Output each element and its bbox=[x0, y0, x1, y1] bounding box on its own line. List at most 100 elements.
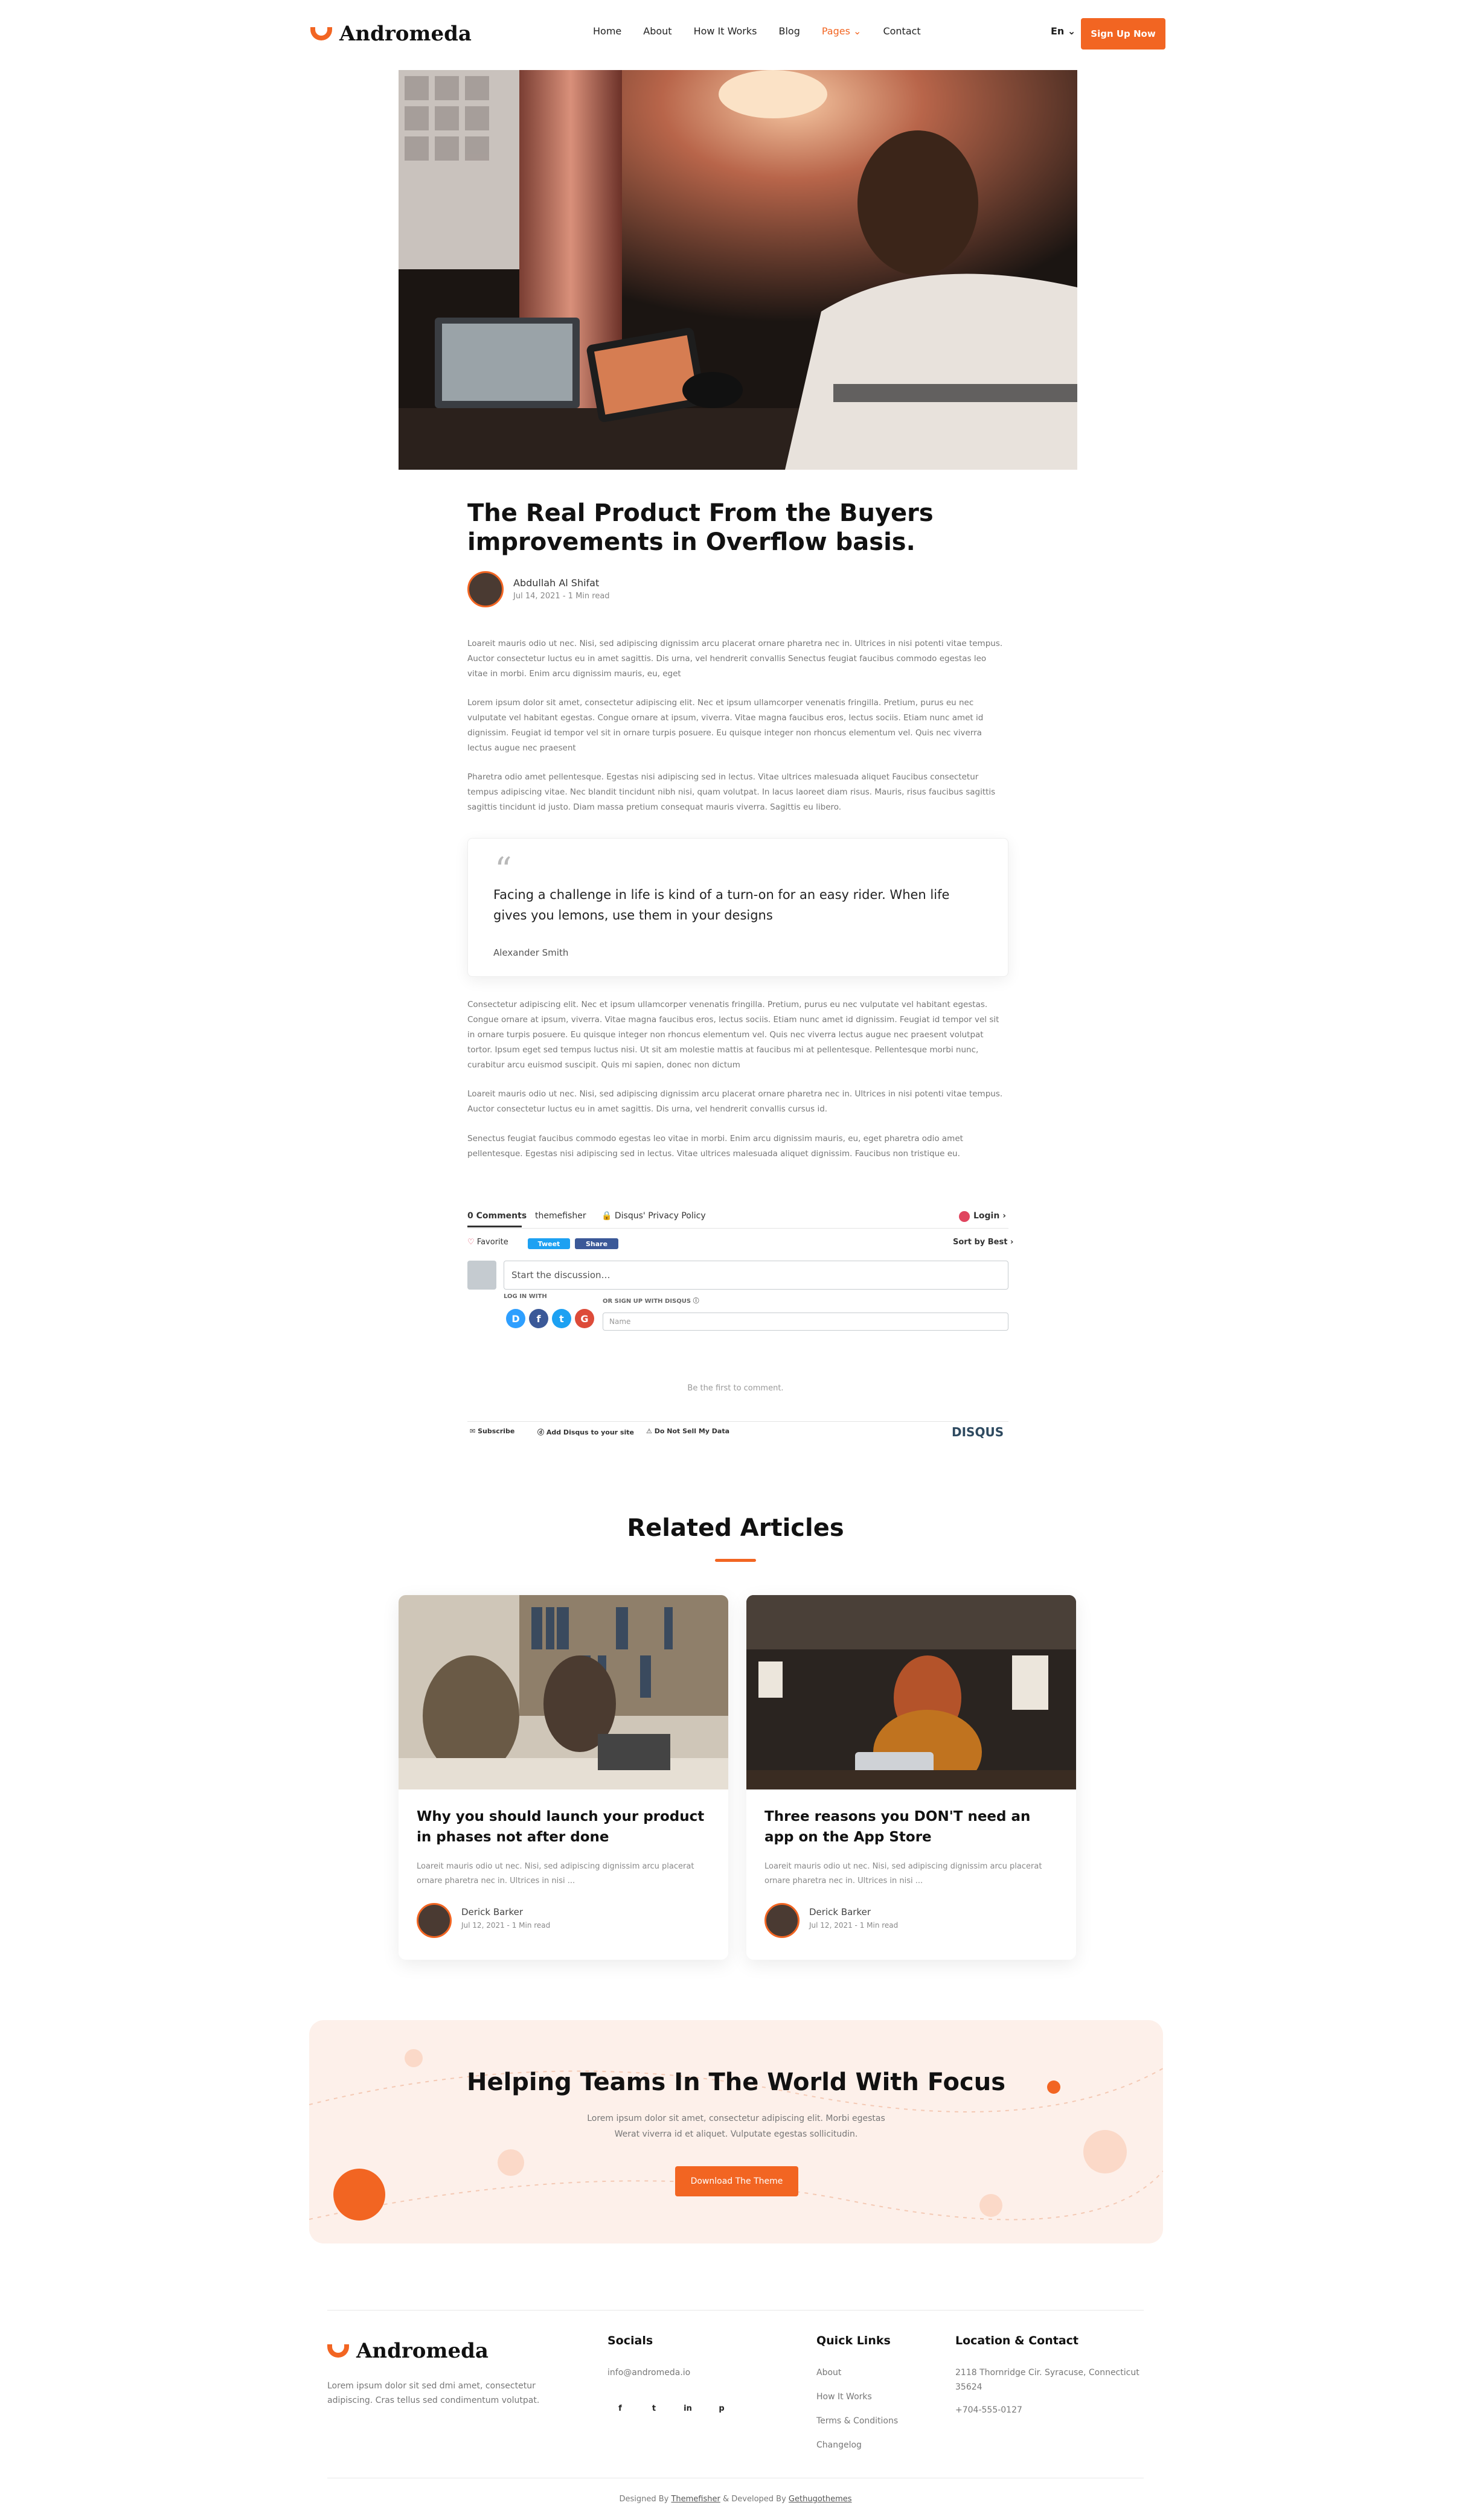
twitter-icon[interactable]: t bbox=[644, 2398, 664, 2419]
subscribe-label: Subscribe bbox=[478, 1427, 515, 1435]
decor-dot bbox=[498, 2149, 524, 2176]
logo-mark-icon bbox=[310, 27, 332, 40]
card-excerpt: Loareit mauris odio ut nec. Nisi, sed ad… bbox=[417, 1862, 694, 1885]
twitter-login-icon[interactable]: t bbox=[552, 1309, 571, 1328]
tweet-button[interactable]: Tweet bbox=[528, 1238, 570, 1249]
name-input[interactable]: Name bbox=[603, 1313, 1008, 1331]
related-articles-title: Related Articles bbox=[627, 1514, 844, 1542]
logo-text: Andromeda bbox=[339, 22, 472, 46]
card-author-name[interactable]: Derick Barker bbox=[809, 1907, 871, 1917]
card-excerpt: Loareit mauris odio ut nec. Nisi, sed ad… bbox=[764, 1862, 1042, 1885]
card-author-name[interactable]: Derick Barker bbox=[461, 1907, 523, 1917]
footer-phone[interactable]: +704-555-0127 bbox=[955, 2405, 1022, 2415]
linkedin-icon[interactable]: in bbox=[678, 2398, 698, 2419]
name-placeholder: Name bbox=[609, 1317, 631, 1326]
empty-comments-message: Be the first to comment. bbox=[687, 1384, 784, 1393]
card-meta: Jul 12, 2021 - 1 Min read bbox=[809, 1921, 899, 1930]
cta-text: Lorem ipsum dolor sit amet, consectetur … bbox=[587, 2114, 885, 2139]
divider bbox=[467, 1228, 1008, 1229]
divider bbox=[467, 1421, 1008, 1422]
logo-text: Andromeda bbox=[356, 2339, 489, 2363]
lock-icon: 🔒 bbox=[601, 1211, 612, 1221]
footer-link-how-it-works[interactable]: How It Works bbox=[816, 2392, 872, 2402]
sort-label: Sort by Best bbox=[953, 1238, 1008, 1247]
gethugothemes-link[interactable]: Gethugothemes bbox=[789, 2495, 852, 2504]
comment-textarea[interactable]: Start the discussion… bbox=[504, 1261, 1008, 1290]
related-article-card[interactable]: Why you should launch your product in ph… bbox=[399, 1595, 728, 1960]
card-title[interactable]: Three reasons you DON'T need an app on t… bbox=[764, 1806, 1054, 1847]
comments-count-tab[interactable]: 0 Comments bbox=[467, 1211, 527, 1221]
nav-blog[interactable]: Blog bbox=[778, 25, 800, 37]
pinterest-icon[interactable]: p bbox=[711, 2398, 732, 2419]
credit-prefix: Designed By bbox=[619, 2495, 669, 2504]
socials-title: Socials bbox=[607, 2334, 653, 2347]
do-not-sell-label: Do Not Sell My Data bbox=[654, 1427, 730, 1435]
nav-pages-label: Pages bbox=[821, 25, 850, 37]
nav-how-it-works[interactable]: How It Works bbox=[694, 25, 757, 37]
themefisher-link[interactable]: Themefisher bbox=[671, 2495, 720, 2504]
download-theme-button[interactable]: Download The Theme bbox=[675, 2166, 798, 2196]
footer-about: Lorem ipsum dolor sit sed dmi amet, cons… bbox=[327, 2381, 540, 2405]
login-icon bbox=[959, 1211, 970, 1222]
card-meta: Jul 12, 2021 - 1 Min read bbox=[461, 1921, 551, 1930]
nav-pages[interactable]: Pages ⌄ bbox=[822, 25, 862, 37]
facebook-icon[interactable]: f bbox=[610, 2398, 630, 2419]
related-article-card[interactable]: Three reasons you DON'T need an app on t… bbox=[746, 1595, 1076, 1960]
copyright: Designed By Themefisher & Developed By G… bbox=[0, 2495, 1471, 2504]
decor-dot bbox=[333, 2169, 385, 2221]
footer-address: 2118 Thornridge Cir. Syracuse, Connectic… bbox=[955, 2368, 1139, 2392]
credit-mid: & Developed By bbox=[723, 2495, 786, 2504]
signup-button[interactable]: Sign Up Now bbox=[1081, 18, 1165, 50]
nav-contact[interactable]: Contact bbox=[883, 25, 920, 37]
author-name[interactable]: Abdullah Al Shifat bbox=[513, 577, 599, 589]
disqus-brand-logo[interactable]: DISQUS bbox=[952, 1425, 1004, 1439]
share-button[interactable]: Share bbox=[575, 1238, 618, 1249]
footer-divider bbox=[327, 2310, 1144, 2311]
article-meta: Jul 14, 2021 - 1 Min read bbox=[513, 592, 610, 601]
sort-dropdown[interactable]: Sort by Best › bbox=[953, 1238, 1013, 1247]
active-tab-indicator bbox=[467, 1226, 522, 1227]
language-label: En bbox=[1051, 25, 1065, 37]
footer-link-terms[interactable]: Terms & Conditions bbox=[816, 2416, 898, 2426]
nav-home[interactable]: Home bbox=[593, 25, 621, 37]
author-avatar[interactable] bbox=[467, 571, 504, 607]
nav-about[interactable]: About bbox=[643, 25, 671, 37]
subscribe-link[interactable]: ✉ Subscribe bbox=[470, 1427, 514, 1435]
privacy-policy-link[interactable]: 🔒 Disqus' Privacy Policy bbox=[601, 1211, 706, 1221]
footer-link-about[interactable]: About bbox=[816, 2368, 841, 2378]
google-login-icon[interactable]: G bbox=[575, 1309, 594, 1328]
logo-mark-icon bbox=[327, 2344, 349, 2358]
article-paragraph: Pharetra odio amet pellentesque. Egestas… bbox=[467, 772, 996, 812]
facebook-login-icon[interactable]: f bbox=[529, 1309, 548, 1328]
decor-dot bbox=[405, 2049, 423, 2067]
article-paragraph: Senectus feugiat faucibus commodo egesta… bbox=[467, 1134, 963, 1159]
signup-disqus-text: OR SIGN UP WITH DISQUS bbox=[603, 1298, 691, 1305]
title-underline bbox=[715, 1559, 756, 1562]
article-paragraph: Loareit mauris odio ut nec. Nisi, sed ad… bbox=[467, 1089, 1003, 1114]
quote-author: Alexander Smith bbox=[493, 947, 569, 958]
disqus-site-link[interactable]: themefisher bbox=[535, 1211, 586, 1221]
card-author-avatar bbox=[764, 1903, 800, 1938]
footer-email[interactable]: info@andromeda.io bbox=[607, 2368, 690, 2378]
quote-text: Facing a challenge in life is kind of a … bbox=[493, 887, 950, 923]
quick-links-title: Quick Links bbox=[816, 2334, 891, 2347]
language-select[interactable]: En ⌄ bbox=[1051, 25, 1075, 37]
do-not-sell-link[interactable]: ⚠ Do Not Sell My Data bbox=[646, 1427, 729, 1435]
add-disqus-link[interactable]: ⓓ Add Disqus to your site bbox=[537, 1427, 634, 1437]
disqus-icon: ⓓ bbox=[537, 1428, 544, 1436]
login-label: Login bbox=[973, 1211, 1000, 1221]
hero-photo bbox=[399, 70, 1077, 470]
card-title[interactable]: Why you should launch your product in ph… bbox=[417, 1806, 707, 1847]
site-logo[interactable]: Andromeda bbox=[310, 22, 472, 46]
card-image bbox=[746, 1595, 1076, 1789]
privacy-label: Disqus' Privacy Policy bbox=[614, 1211, 706, 1221]
chevron-down-icon: ⌄ bbox=[1067, 25, 1076, 37]
login-with-label: LOG IN WITH bbox=[504, 1293, 547, 1300]
favorite-button[interactable]: ♡ Favorite bbox=[467, 1238, 508, 1247]
login-dropdown[interactable]: Login › bbox=[973, 1211, 1006, 1221]
footer-link-changelog[interactable]: Changelog bbox=[816, 2440, 862, 2450]
footer-logo[interactable]: Andromeda bbox=[327, 2339, 489, 2363]
disqus-login-icon[interactable]: D bbox=[506, 1309, 525, 1328]
cta-section: Helping Teams In The World With Focus Lo… bbox=[309, 2020, 1163, 2243]
help-icon[interactable]: ⓘ bbox=[693, 1298, 699, 1305]
